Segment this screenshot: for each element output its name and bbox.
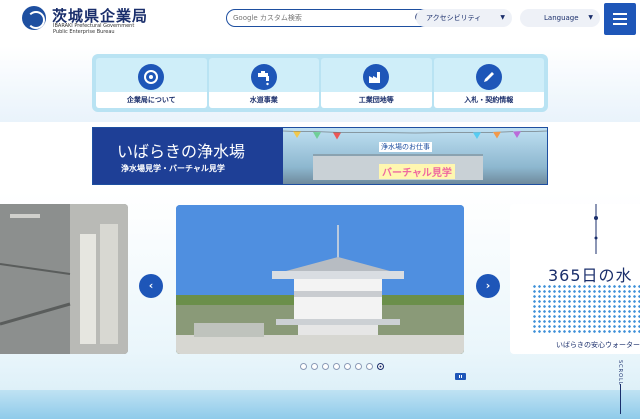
search-input[interactable] (233, 11, 403, 25)
language-label: Language (544, 14, 579, 22)
nav-item-label: 水道事業 (208, 92, 319, 108)
facility-interior-image (0, 204, 128, 354)
carousel-dot[interactable] (366, 363, 373, 370)
chevron-right-icon: › (485, 279, 491, 292)
carousel-next-button[interactable]: › (476, 274, 500, 298)
carousel-dot[interactable] (333, 363, 340, 370)
water-tower-image (176, 205, 464, 354)
pen-icon (475, 64, 502, 90)
banner-tag-large: バーチャル見学 (379, 164, 455, 179)
carousel-slide-prev[interactable] (0, 204, 128, 354)
banner-tag-small: 浄水場のお仕事 (379, 142, 432, 152)
carousel-pause-button[interactable] (455, 373, 466, 380)
carousel-dot[interactable] (322, 363, 329, 370)
site-logo-icon[interactable] (22, 6, 46, 30)
carousel-dot[interactable] (344, 363, 351, 370)
nav-item-about[interactable]: 企業局について (96, 58, 207, 108)
chevron-down-icon: ▼ (588, 14, 593, 21)
slide-caption: いばらきの安心ウォーター (556, 341, 640, 349)
chevron-down-icon: ▼ (500, 14, 505, 21)
menu-bar-icon (613, 23, 627, 25)
nav-item-label: 工業団地等 (321, 92, 432, 108)
bunting-flags (283, 130, 547, 140)
faucet-drop-illustration (594, 204, 598, 254)
banner-title: いばらきの浄水場 (117, 142, 246, 161)
carousel-prev-button[interactable]: ‹ (139, 274, 163, 298)
faucet-icon (250, 64, 277, 90)
site-header: 茨城県企業局 IBARAKI Prefectural Government Pu… (0, 0, 640, 44)
search-box (226, 9, 433, 27)
menu-bar-icon (613, 18, 627, 20)
water-wave-footer (0, 390, 640, 419)
carousel-dot[interactable] (355, 363, 362, 370)
carousel-slide-next[interactable]: 365日の水 いばらきの安心ウォーター (510, 204, 640, 354)
dot-pattern (532, 284, 640, 334)
nav-item-bidding[interactable]: 入札・契約情報 (433, 58, 544, 108)
slide-heading: 365日の水 (548, 266, 633, 285)
site-subtitle: IBARAKI Prefectural Government Public En… (53, 23, 134, 35)
nav-item-label: 企業局について (96, 92, 207, 108)
banner-text-panel: いばらきの浄水場 浄水場見学・バーチャル見学 (93, 128, 283, 184)
scroll-indicator-line (620, 384, 621, 414)
accessibility-label: アクセシビリティ (426, 14, 482, 22)
language-dropdown[interactable]: Language ▼ (520, 9, 600, 27)
menu-bar-icon (613, 13, 627, 15)
nav-item-label: 入札・契約情報 (433, 92, 544, 108)
main-nav: 企業局について 水道事業 工業団地等 入札・契約情報 (92, 54, 548, 112)
chevron-left-icon: ‹ (148, 279, 154, 292)
nav-item-industrial[interactable]: 工業団地等 (321, 58, 432, 108)
banner-image: 浄水場のお仕事 バーチャル見学 (283, 128, 547, 184)
water-plant-banner[interactable]: いばらきの浄水場 浄水場見学・バーチャル見学 浄水場のお仕事 バーチャル見学 (92, 127, 548, 185)
site-subtitle-line2: Public Enterprise Bureau (53, 29, 115, 35)
carousel-pagination (300, 363, 384, 371)
carousel-slide-active[interactable] (176, 205, 464, 354)
accessibility-dropdown[interactable]: アクセシビリティ ▼ (416, 9, 512, 27)
hamburger-menu-button[interactable] (604, 3, 636, 35)
scroll-indicator-label: SCROLL (617, 360, 623, 386)
building-logo-icon (138, 64, 165, 90)
banner-subtitle: 浄水場見学・バーチャル見学 (121, 164, 225, 173)
carousel-dot[interactable] (311, 363, 318, 370)
factory-icon (363, 64, 390, 90)
carousel-dot[interactable] (300, 363, 307, 370)
nav-item-water[interactable]: 水道事業 (208, 58, 319, 108)
carousel-dot-active[interactable] (377, 363, 384, 370)
